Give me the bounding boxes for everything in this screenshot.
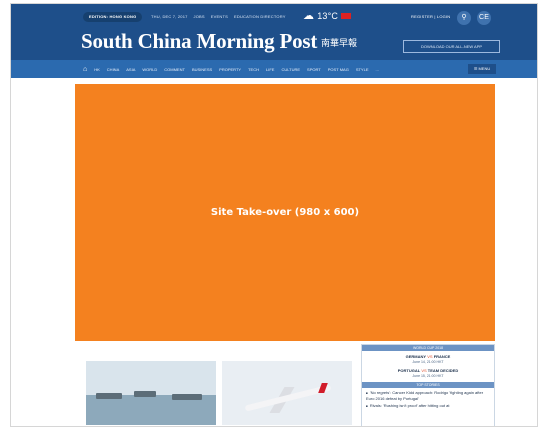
account-links[interactable]: REGISTER | LOGIN (411, 14, 450, 19)
nav-item-world[interactable]: WORLD (142, 67, 157, 72)
date-label: THU, DEC 7, 2017 (151, 14, 188, 19)
nav-item-style[interactable]: STYLE (356, 67, 369, 72)
nav-items: ⌂ HK CHINA ASIA WORLD COMMENT BUSINESS P… (83, 60, 379, 78)
site-takeover-ad[interactable]: Site Take-over (980 x 600) (75, 84, 495, 341)
story-card-plane[interactable] (222, 361, 352, 425)
flag-icon (341, 13, 352, 19)
sky-image-area (86, 361, 216, 395)
ship-shape (96, 393, 122, 399)
story-link[interactable]: 'No regrets': Cancer Kidd approach: Rodr… (362, 388, 494, 401)
story-card-navy[interactable] (86, 361, 216, 425)
sidebar-header-scores: WORLD CUP 2018 (362, 345, 494, 351)
nav-item-tech[interactable]: TECH (248, 67, 259, 72)
match-away-team: TEAM DECIDED (427, 368, 459, 373)
edition-selector[interactable]: EDITION: HONG KONG (83, 12, 143, 22)
nav-item-more[interactable]: ... (375, 67, 378, 72)
takeover-label: Site Take-over (980 x 600) (210, 207, 360, 218)
nav-item-sport[interactable]: SPORT (307, 67, 321, 72)
menu-label: MENU (478, 66, 491, 71)
weather-widget[interactable]: ☁ 13°C (303, 9, 352, 23)
match-home-team: GERMANY (405, 354, 427, 359)
match-item[interactable]: GERMANY VS FRANCE June 14, 21:00 HKT (362, 354, 494, 365)
top-bar: EDITION: HONG KONG THU, DEC 7, 2017 JOBS… (11, 9, 537, 25)
home-icon[interactable]: ⌂ (83, 66, 87, 73)
match-item[interactable]: PORTUGAL VS TEAM DECIDED June 15, 21:00 … (362, 368, 494, 379)
education-link[interactable]: EDUCATION DIRECTORY (234, 14, 286, 19)
jobs-link[interactable]: JOBS (194, 14, 205, 19)
nav-item-property[interactable]: PROPERTY (219, 67, 241, 72)
download-app-button[interactable]: DOWNLOAD OUR ALL-NEW APP (403, 40, 500, 53)
cloud-icon: ☁ (303, 10, 315, 22)
match-time: June 15, 21:00 HKT (412, 374, 444, 378)
nav-item-asia[interactable]: ASIA (126, 67, 135, 72)
events-link[interactable]: EVENTS (211, 14, 228, 19)
nav-item-life[interactable]: LIFE (266, 67, 274, 72)
page-frame: EDITION: HONG KONG THU, DEC 7, 2017 JOBS… (10, 3, 538, 427)
top-links: THU, DEC 7, 2017 JOBS EVENTS EDUCATION D… (151, 14, 286, 19)
story-link[interactable]: Rivals: 'Rushing isn't proof' after hitt… (362, 401, 494, 409)
nav-item-hk[interactable]: HK (94, 67, 100, 72)
nav-item-business[interactable]: BUSINESS (192, 67, 212, 72)
ship-shape (172, 394, 202, 400)
main-nav: ⌂ HK CHINA ASIA WORLD COMMENT BUSINESS P… (11, 60, 537, 78)
nav-item-postmag[interactable]: POST MAG (328, 67, 349, 72)
nav-item-comment[interactable]: COMMENT (164, 67, 185, 72)
weather-temp: 13°C (317, 11, 339, 21)
masthead-logo[interactable]: South China Morning Post (81, 29, 317, 54)
ce-button[interactable]: CE (477, 11, 491, 25)
search-icon[interactable]: ⚲ (457, 11, 471, 25)
hamburger-icon: ☰ (473, 66, 478, 71)
ship-shape (134, 391, 156, 397)
match-home-team: PORTUGAL (397, 368, 421, 373)
masthead-chinese: 南華早報 (321, 39, 358, 49)
site-header: EDITION: HONG KONG THU, DEC 7, 2017 JOBS… (11, 4, 537, 78)
sidebar-widget: WORLD CUP 2018 GERMANY VS FRANCE June 14… (361, 344, 495, 426)
match-time: June 14, 21:00 HKT (412, 360, 444, 364)
menu-button[interactable]: ☰ MENU (468, 64, 496, 74)
nav-item-culture[interactable]: CULTURE (281, 67, 300, 72)
match-vs: VS (421, 368, 427, 373)
match-vs: VS (427, 354, 433, 359)
nav-item-china[interactable]: CHINA (107, 67, 119, 72)
match-away-team: FRANCE (433, 354, 451, 359)
